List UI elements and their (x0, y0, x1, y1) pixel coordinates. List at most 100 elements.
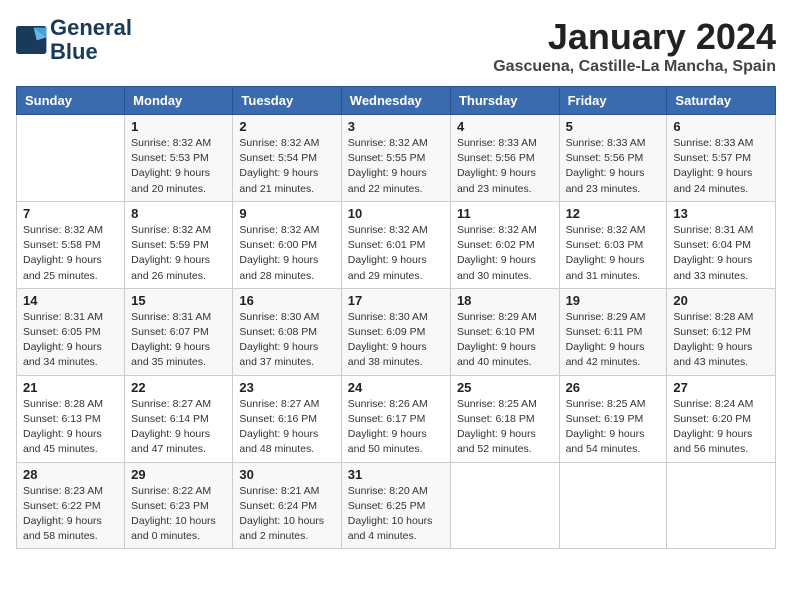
day-number: 14 (23, 293, 118, 308)
day-info: Sunrise: 8:32 AM Sunset: 5:53 PM Dayligh… (131, 136, 226, 197)
week-row-4: 21Sunrise: 8:28 AM Sunset: 6:13 PM Dayli… (17, 375, 776, 462)
day-info: Sunrise: 8:23 AM Sunset: 6:22 PM Dayligh… (23, 484, 118, 545)
day-cell: 3 Sunrise: 8:32 AM Sunset: 5:55 PM Daylig… (341, 115, 450, 202)
day-info: Sunrise: 8:33 AM Sunset: 5:56 PM Dayligh… (566, 136, 661, 197)
day-number: 23 (239, 380, 334, 395)
day-info: Sunrise: 8:32 AM Sunset: 5:58 PM Dayligh… (23, 223, 118, 284)
day-info: Sunrise: 8:28 AM Sunset: 6:12 PM Dayligh… (673, 310, 769, 371)
day-number: 15 (131, 293, 226, 308)
day-cell: 10Sunrise: 8:32 AM Sunset: 6:01 PM Dayli… (341, 201, 450, 288)
week-row-2: 7 Sunrise: 8:32 AM Sunset: 5:58 PM Daylig… (17, 201, 776, 288)
day-cell (450, 462, 559, 549)
day-info: Sunrise: 8:29 AM Sunset: 6:11 PM Dayligh… (566, 310, 661, 371)
day-info: Sunrise: 8:30 AM Sunset: 6:08 PM Dayligh… (239, 310, 334, 371)
day-info: Sunrise: 8:22 AM Sunset: 6:23 PM Dayligh… (131, 484, 226, 545)
day-info: Sunrise: 8:33 AM Sunset: 5:57 PM Dayligh… (673, 136, 769, 197)
day-cell: 11 Sunrise: 8:32 AM Sunset: 6:02 PM Dayli… (450, 201, 559, 288)
day-info: Sunrise: 8:26 AM Sunset: 6:17 PM Dayligh… (348, 397, 444, 458)
day-number: 17 (348, 293, 444, 308)
day-info: Sunrise: 8:32 AM Sunset: 6:02 PM Dayligh… (457, 223, 553, 284)
logo-icon (16, 26, 48, 54)
logo-line1: General (50, 16, 132, 40)
day-number: 3 (348, 119, 444, 134)
week-row-3: 14Sunrise: 8:31 AM Sunset: 6:05 PM Dayli… (17, 288, 776, 375)
day-info: Sunrise: 8:21 AM Sunset: 6:24 PM Dayligh… (239, 484, 334, 545)
header-cell-tuesday: Tuesday (233, 87, 341, 115)
day-number: 6 (673, 119, 769, 134)
day-cell: 19 Sunrise: 8:29 AM Sunset: 6:11 PM Dayli… (559, 288, 667, 375)
day-info: Sunrise: 8:29 AM Sunset: 6:10 PM Dayligh… (457, 310, 553, 371)
day-number: 9 (239, 206, 334, 221)
day-info: Sunrise: 8:25 AM Sunset: 6:18 PM Dayligh… (457, 397, 553, 458)
day-info: Sunrise: 8:31 AM Sunset: 6:07 PM Dayligh… (131, 310, 226, 371)
day-cell: 31Sunrise: 8:20 AM Sunset: 6:25 PM Dayli… (341, 462, 450, 549)
day-number: 13 (673, 206, 769, 221)
day-number: 16 (239, 293, 334, 308)
location-title: Gascuena, Castille-La Mancha, Spain (493, 58, 776, 76)
day-info: Sunrise: 8:20 AM Sunset: 6:25 PM Dayligh… (348, 484, 444, 545)
day-cell: 1 Sunrise: 8:32 AM Sunset: 5:53 PM Daylig… (125, 115, 233, 202)
day-cell: 16 Sunrise: 8:30 AM Sunset: 6:08 PM Dayli… (233, 288, 341, 375)
day-cell: 17Sunrise: 8:30 AM Sunset: 6:09 PM Dayli… (341, 288, 450, 375)
day-cell: 9 Sunrise: 8:32 AM Sunset: 6:00 PM Daylig… (233, 201, 341, 288)
day-info: Sunrise: 8:33 AM Sunset: 5:56 PM Dayligh… (457, 136, 553, 197)
day-number: 22 (131, 380, 226, 395)
day-number: 8 (131, 206, 226, 221)
day-info: Sunrise: 8:32 AM Sunset: 6:00 PM Dayligh… (239, 223, 334, 284)
header-cell-thursday: Thursday (450, 87, 559, 115)
day-cell: 20 Sunrise: 8:28 AM Sunset: 6:12 PM Dayli… (667, 288, 776, 375)
day-number: 26 (566, 380, 661, 395)
day-cell (559, 462, 667, 549)
day-cell: 18 Sunrise: 8:29 AM Sunset: 6:10 PM Dayli… (450, 288, 559, 375)
day-cell (17, 115, 125, 202)
header-cell-saturday: Saturday (667, 87, 776, 115)
day-info: Sunrise: 8:32 AM Sunset: 6:03 PM Dayligh… (566, 223, 661, 284)
day-info: Sunrise: 8:31 AM Sunset: 6:04 PM Dayligh… (673, 223, 769, 284)
day-number: 19 (566, 293, 661, 308)
day-cell: 2Sunrise: 8:32 AM Sunset: 5:54 PM Daylig… (233, 115, 341, 202)
week-row-5: 28Sunrise: 8:23 AM Sunset: 6:22 PM Dayli… (17, 462, 776, 549)
day-cell: 29 Sunrise: 8:22 AM Sunset: 6:23 PM Dayli… (125, 462, 233, 549)
logo-line2: Blue (50, 40, 132, 64)
day-number: 27 (673, 380, 769, 395)
day-number: 12 (566, 206, 661, 221)
day-cell: 28Sunrise: 8:23 AM Sunset: 6:22 PM Dayli… (17, 462, 125, 549)
day-cell: 22 Sunrise: 8:27 AM Sunset: 6:14 PM Dayli… (125, 375, 233, 462)
day-number: 11 (457, 206, 553, 221)
day-number: 24 (348, 380, 444, 395)
day-number: 20 (673, 293, 769, 308)
day-info: Sunrise: 8:27 AM Sunset: 6:14 PM Dayligh… (131, 397, 226, 458)
logo: General Blue (16, 16, 132, 64)
day-cell: 12 Sunrise: 8:32 AM Sunset: 6:03 PM Dayli… (559, 201, 667, 288)
day-number: 29 (131, 467, 226, 482)
day-cell: 30 Sunrise: 8:21 AM Sunset: 6:24 PM Dayli… (233, 462, 341, 549)
day-cell: 7 Sunrise: 8:32 AM Sunset: 5:58 PM Daylig… (17, 201, 125, 288)
header-row: SundayMondayTuesdayWednesdayThursdayFrid… (17, 87, 776, 115)
header-cell-wednesday: Wednesday (341, 87, 450, 115)
calendar-table: SundayMondayTuesdayWednesdayThursdayFrid… (16, 86, 776, 549)
day-cell: 21Sunrise: 8:28 AM Sunset: 6:13 PM Dayli… (17, 375, 125, 462)
day-cell: 14Sunrise: 8:31 AM Sunset: 6:05 PM Dayli… (17, 288, 125, 375)
day-number: 7 (23, 206, 118, 221)
day-number: 30 (239, 467, 334, 482)
page-header: General Blue January 2024 Gascuena, Cast… (16, 16, 776, 76)
day-cell (667, 462, 776, 549)
day-number: 2 (239, 119, 334, 134)
day-number: 1 (131, 119, 226, 134)
day-cell: 8Sunrise: 8:32 AM Sunset: 5:59 PM Daylig… (125, 201, 233, 288)
header-cell-monday: Monday (125, 87, 233, 115)
day-number: 18 (457, 293, 553, 308)
week-row-1: 1 Sunrise: 8:32 AM Sunset: 5:53 PM Daylig… (17, 115, 776, 202)
day-info: Sunrise: 8:32 AM Sunset: 5:55 PM Dayligh… (348, 136, 444, 197)
day-cell: 25Sunrise: 8:25 AM Sunset: 6:18 PM Dayli… (450, 375, 559, 462)
logo-text: General Blue (50, 16, 132, 64)
month-title: January 2024 (493, 16, 776, 58)
day-number: 4 (457, 119, 553, 134)
day-info: Sunrise: 8:25 AM Sunset: 6:19 PM Dayligh… (566, 397, 661, 458)
day-cell: 5Sunrise: 8:33 AM Sunset: 5:56 PM Daylig… (559, 115, 667, 202)
day-cell: 6 Sunrise: 8:33 AM Sunset: 5:57 PM Daylig… (667, 115, 776, 202)
day-number: 21 (23, 380, 118, 395)
day-info: Sunrise: 8:24 AM Sunset: 6:20 PM Dayligh… (673, 397, 769, 458)
day-cell: 27 Sunrise: 8:24 AM Sunset: 6:20 PM Dayli… (667, 375, 776, 462)
header-cell-sunday: Sunday (17, 87, 125, 115)
